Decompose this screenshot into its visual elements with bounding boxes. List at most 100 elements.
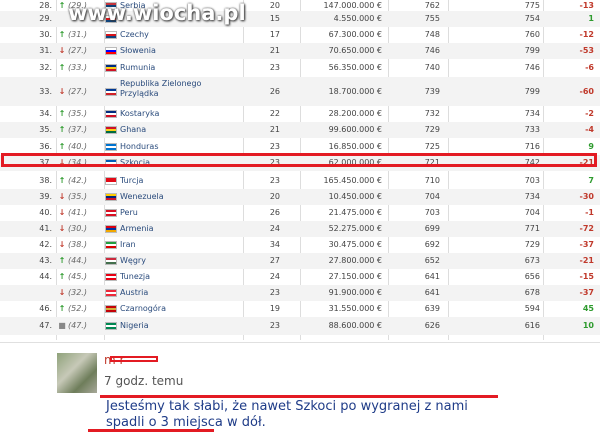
table-row: 46. ↑ (52.) Czarnogóra 19 31.550.000 € 639 594 4… bbox=[0, 301, 600, 317]
flag-icon bbox=[105, 257, 117, 265]
previous-rank-cell: (31.) bbox=[68, 30, 87, 39]
country-link[interactable]: Republika Zielonego Przylądka bbox=[120, 79, 240, 99]
matches-cell: 22 bbox=[269, 109, 280, 118]
market-value-cell: 147.000.000 € bbox=[323, 0, 382, 10]
arrow-up-icon: ↑ bbox=[58, 0, 66, 10]
points-cell: 639 bbox=[424, 304, 440, 313]
points-cell: 739 bbox=[424, 86, 440, 96]
points-cell: 725 bbox=[424, 141, 440, 151]
table-row: 30. ↑ (31.) Czechy 17 67.300.000 € 748 760 -12 bbox=[0, 27, 600, 43]
points-cell: 732 bbox=[424, 109, 440, 118]
market-value-cell: 56.350.000 € bbox=[328, 63, 382, 72]
table-row: 33. ↓ (27.) Republika Zielonego Przylądka 26… bbox=[0, 77, 600, 106]
points-cell: 692 bbox=[424, 240, 440, 249]
matches-cell: 20 bbox=[269, 192, 280, 201]
avatar[interactable] bbox=[57, 353, 97, 393]
market-value-cell: 91.900.000 € bbox=[328, 288, 382, 297]
rank-cell: 30. bbox=[39, 30, 52, 39]
difference-cell: -12 bbox=[579, 30, 594, 39]
underline-mark bbox=[88, 429, 214, 432]
rank-cell: 35. bbox=[39, 125, 52, 134]
arrow-up-icon: ↑ bbox=[58, 63, 66, 72]
watermark: www.wiocha.pl bbox=[68, 1, 246, 25]
rank-cell: 47. bbox=[39, 321, 52, 330]
arrow-up-icon: ↑ bbox=[58, 272, 66, 281]
table-row: 32. ↑ (33.) Rumunia 23 56.350.000 € 740 746 -6 bbox=[0, 59, 600, 77]
difference-cell: -6 bbox=[585, 63, 594, 72]
previous-points-cell: 746 bbox=[524, 63, 540, 72]
country-link[interactable]: Kostaryka bbox=[120, 109, 240, 119]
previous-rank-cell: (40.) bbox=[68, 141, 87, 151]
points-cell: 704 bbox=[424, 192, 440, 201]
matches-cell: 24 bbox=[269, 224, 280, 233]
scotland-row-highlight bbox=[1, 153, 597, 167]
market-value-cell: 99.600.000 € bbox=[328, 125, 382, 134]
flag-icon bbox=[105, 110, 117, 118]
table-row: 41. ↓ (30.) Armenia 24 52.275.000 € 699 771 -72 bbox=[0, 221, 600, 237]
country-link[interactable]: Czarnogóra bbox=[120, 304, 240, 314]
arrow-up-icon: ↑ bbox=[58, 304, 66, 313]
previous-rank-cell: (41.) bbox=[68, 208, 87, 217]
country-link[interactable]: Nigeria bbox=[120, 321, 240, 331]
flag-icon bbox=[105, 142, 117, 151]
previous-points-cell: 656 bbox=[524, 272, 540, 281]
country-link[interactable]: Węgry bbox=[120, 256, 240, 266]
difference-cell: -15 bbox=[579, 272, 594, 281]
country-link[interactable]: Rumunia bbox=[120, 63, 240, 73]
rank-cell: 28. bbox=[39, 0, 52, 10]
country-link[interactable]: Austria bbox=[120, 288, 240, 298]
matches-cell: 21 bbox=[269, 46, 280, 55]
rank-cell: 33. bbox=[39, 86, 52, 96]
flag-icon bbox=[105, 322, 117, 330]
difference-cell: -37 bbox=[579, 240, 594, 249]
market-value-cell: 28.200.000 € bbox=[328, 109, 382, 118]
country-link[interactable]: Ghana bbox=[120, 125, 240, 135]
market-value-cell: 165.450.000 € bbox=[323, 176, 382, 185]
country-link[interactable]: Wenezuela bbox=[120, 192, 240, 202]
market-value-cell: 4.550.000 € bbox=[333, 14, 382, 23]
arrow-up-icon: ↑ bbox=[58, 125, 66, 134]
rank-cell: 43. bbox=[39, 256, 52, 265]
country-link[interactable]: Turcja bbox=[120, 176, 240, 186]
comment: m r 7 godz. temu Jesteśmy tak słabi, że … bbox=[0, 342, 600, 440]
country-link[interactable]: Iran bbox=[120, 240, 240, 250]
points-cell: 652 bbox=[424, 256, 440, 265]
previous-rank-cell: (42.) bbox=[68, 176, 87, 185]
matches-cell: 17 bbox=[269, 30, 280, 39]
rank-cell: 32. bbox=[39, 63, 52, 72]
flag-icon bbox=[105, 209, 117, 217]
rank-cell: 36. bbox=[39, 141, 52, 151]
ranking-table: 28. ↑ (29.) Serbia 20 147.000.000 €762 775 -13 2… bbox=[0, 0, 600, 340]
difference-cell: 9 bbox=[588, 141, 594, 151]
country-link[interactable]: Honduras bbox=[120, 142, 240, 152]
previous-points-cell: 673 bbox=[524, 256, 540, 265]
previous-rank-cell: (45.) bbox=[68, 272, 87, 281]
country-link[interactable]: Peru bbox=[120, 208, 240, 218]
flag-icon bbox=[105, 177, 117, 185]
previous-points-cell: 703 bbox=[524, 176, 540, 185]
country-link[interactable]: Armenia bbox=[120, 224, 240, 234]
matches-cell: 23 bbox=[269, 321, 280, 330]
previous-rank-cell: (52.) bbox=[68, 304, 87, 313]
difference-cell: -53 bbox=[579, 46, 594, 55]
points-cell: 710 bbox=[424, 176, 440, 185]
rank-cell: 40. bbox=[39, 208, 52, 217]
previous-points-cell: 754 bbox=[524, 14, 540, 23]
table-row: 42. ↓ (38.) Iran 34 30.475.000 € 692 729 -37 bbox=[0, 237, 600, 253]
flag-icon bbox=[105, 193, 117, 201]
matches-cell: 20 bbox=[269, 0, 280, 10]
previous-rank-cell: (30.) bbox=[68, 224, 87, 233]
table-row: 47. ■ (47.) Nigeria 23 88.600.000 € 626 616 10 bbox=[0, 317, 600, 335]
market-value-cell: 67.300.000 € bbox=[328, 30, 382, 39]
previous-points-cell: 594 bbox=[524, 304, 540, 313]
difference-cell: 1 bbox=[588, 14, 594, 23]
country-link[interactable]: Tunezja bbox=[120, 272, 240, 282]
country-link[interactable]: Słowenia bbox=[120, 46, 240, 56]
table-row: 34. ↑ (35.) Kostaryka 22 28.200.000 € 732 734 -2 bbox=[0, 106, 600, 122]
table-row: 44. ↑ (45.) Tunezja 24 27.150.000 € 641 656 -15 bbox=[0, 269, 600, 285]
country-link[interactable]: Czechy bbox=[120, 30, 240, 40]
previous-points-cell: 729 bbox=[524, 240, 540, 249]
previous-rank-cell: (32.) bbox=[68, 288, 87, 297]
flag-icon bbox=[105, 273, 117, 281]
rank-cell: 41. bbox=[39, 224, 52, 233]
